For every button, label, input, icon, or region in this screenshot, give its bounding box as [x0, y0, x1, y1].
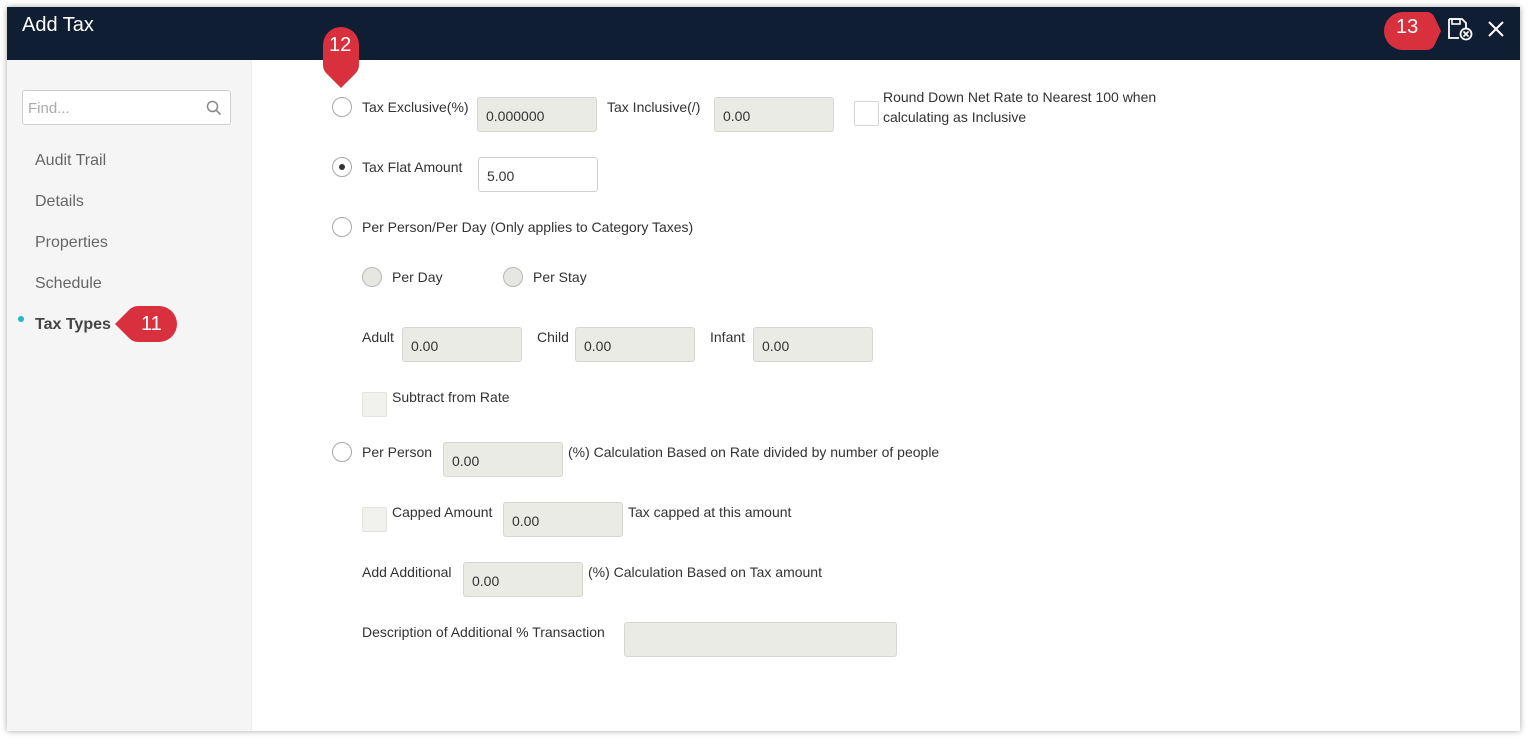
per-stay-label: Per Stay — [533, 269, 587, 285]
adult-field[interactable]: 0.00 — [402, 327, 522, 362]
round-down-label-line1: Round Down Net Rate to Nearest 100 when — [883, 89, 1157, 105]
sidebar-item-schedule[interactable]: Schedule — [35, 275, 102, 293]
sidebar: Audit Trail Details Properties Schedule … — [7, 60, 252, 731]
add-additional-field[interactable]: 0.00 — [463, 562, 583, 597]
sidebar-item-properties[interactable]: Properties — [35, 234, 108, 252]
save-close-button[interactable] — [1446, 16, 1474, 42]
subtract-from-rate-label: Subtract from Rate — [392, 389, 510, 405]
tax-flat-amount-field[interactable]: 5.00 — [478, 157, 598, 192]
child-field[interactable]: 0.00 — [575, 327, 695, 362]
per-person-radio[interactable] — [332, 442, 352, 462]
tax-flat-amount-label: Tax Flat Amount — [362, 159, 463, 175]
tax-inclusive-label: Tax Inclusive(/) — [607, 99, 701, 115]
find-box — [22, 90, 231, 125]
per-person-per-day-radio[interactable] — [332, 217, 352, 237]
title-bar: Add Tax 13 — [7, 7, 1520, 60]
round-down-label-line2: calculating as Inclusive — [883, 109, 1027, 125]
per-stay-radio[interactable] — [503, 267, 523, 287]
per-day-label: Per Day — [392, 269, 443, 285]
adult-label: Adult — [362, 329, 394, 345]
sidebar-item-audit-trail[interactable]: Audit Trail — [35, 152, 106, 170]
capped-amount-label: Capped Amount — [392, 504, 493, 520]
tax-flat-amount-radio[interactable] — [332, 157, 352, 177]
callout-12-label: 12 — [329, 34, 352, 56]
active-indicator-dot — [18, 316, 24, 322]
sidebar-item-tax-types[interactable]: Tax Types — [35, 316, 111, 334]
add-tax-dialog: Add Tax 13 Find... Audit Trail Details P… — [7, 7, 1520, 731]
close-button[interactable] — [1485, 16, 1507, 40]
per-day-radio[interactable] — [362, 267, 382, 287]
add-additional-note: (%) Calculation Based on Tax amount — [588, 564, 822, 580]
dialog-title: Add Tax — [22, 14, 94, 36]
per-person-field[interactable]: 0.00 — [443, 442, 563, 477]
per-person-per-day-label: Per Person/Per Day (Only applies to Cate… — [362, 219, 694, 235]
tax-exclusive-field[interactable]: 0.000000 — [477, 97, 597, 132]
save-close-icon — [1448, 18, 1473, 41]
callout-11-label: 11 — [141, 313, 162, 335]
sidebar-item-details[interactable]: Details — [35, 193, 84, 211]
find-input[interactable] — [28, 96, 198, 120]
close-icon — [1488, 21, 1504, 37]
callout-13-label: 13 — [1396, 16, 1419, 38]
per-person-label: Per Person — [362, 444, 433, 460]
capped-amount-note: Tax capped at this amount — [628, 504, 792, 520]
infant-label: Infant — [710, 329, 746, 345]
per-person-note: (%) Calculation Based on Rate divided by… — [568, 444, 940, 460]
capped-amount-checkbox[interactable] — [362, 507, 387, 532]
tax-exclusive-label: Tax Exclusive(%) — [362, 99, 469, 115]
infant-field[interactable]: 0.00 — [753, 327, 873, 362]
tax-exclusive-radio[interactable] — [332, 97, 352, 117]
description-additional-field[interactable] — [624, 622, 897, 657]
add-additional-label: Add Additional — [362, 564, 452, 580]
capped-amount-field[interactable]: 0.00 — [503, 502, 623, 537]
description-additional-label: Description of Additional % Transaction — [362, 624, 605, 640]
search-icon[interactable] — [206, 100, 222, 116]
tax-inclusive-field[interactable]: 0.00 — [714, 97, 834, 132]
subtract-from-rate-checkbox[interactable] — [362, 392, 387, 417]
round-down-checkbox[interactable] — [854, 101, 879, 126]
child-label: Child — [537, 329, 569, 345]
tax-types-form: 12 Tax Exclusive(%) 0.000000 Tax Inclusi… — [252, 27, 1520, 731]
